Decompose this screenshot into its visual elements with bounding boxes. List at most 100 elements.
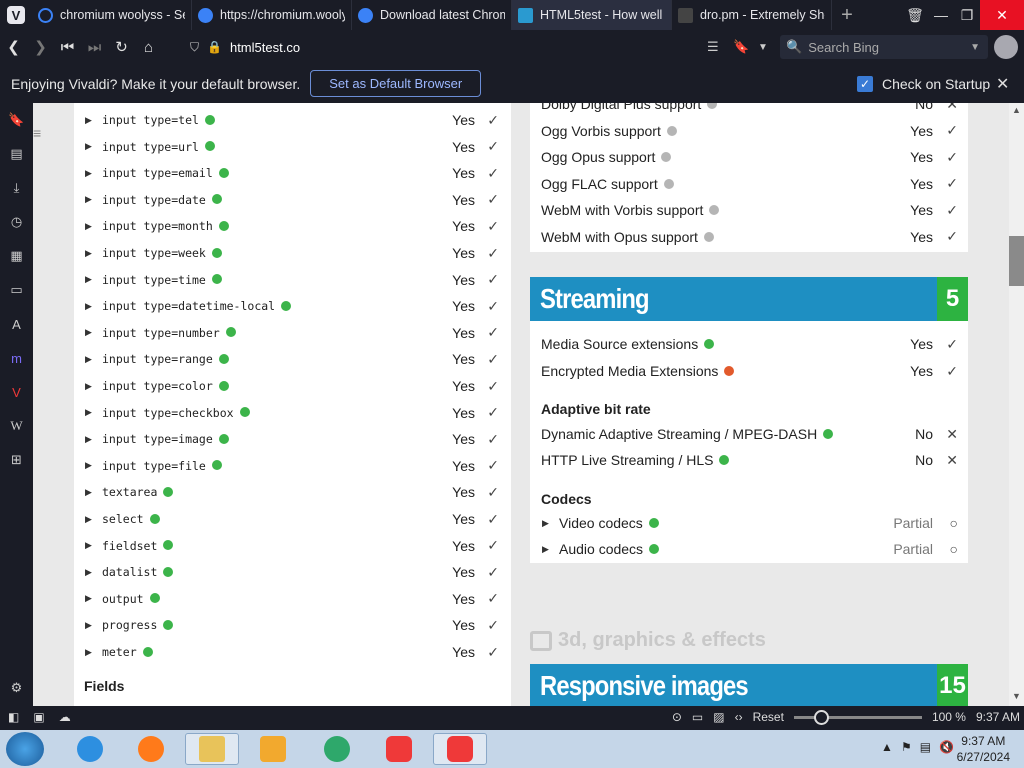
- history-icon[interactable]: ◷: [0, 205, 33, 239]
- expand-arrow-icon[interactable]: ▶: [85, 487, 92, 498]
- expand-arrow-icon[interactable]: ▶: [85, 514, 92, 525]
- reader-view-icon[interactable]: ☰: [707, 39, 719, 55]
- scroll-down-icon[interactable]: ▼: [1012, 691, 1021, 701]
- network-icon[interactable]: ▤: [920, 740, 931, 754]
- table-row[interactable]: ▶ select Yes ✓: [74, 506, 511, 532]
- taskbar-vivaldi-active[interactable]: [433, 733, 487, 765]
- taskbar-vivaldi[interactable]: [372, 733, 426, 765]
- table-row[interactable]: ▶ input type=number Yes ✓: [74, 320, 511, 346]
- taskbar-ie[interactable]: [63, 733, 117, 765]
- zoom-slider-knob[interactable]: [813, 709, 829, 725]
- table-row[interactable]: ▶ input type=datetime-local Yes ✓: [74, 293, 511, 319]
- expand-arrow-icon[interactable]: ▶: [85, 434, 92, 445]
- wikipedia-icon[interactable]: W: [0, 409, 33, 443]
- panel-toggle-icon[interactable]: ◧: [8, 710, 19, 724]
- profile-avatar[interactable]: [994, 35, 1018, 59]
- action-center-icon[interactable]: ⚑: [901, 740, 912, 754]
- taskbar-explorer[interactable]: [185, 733, 239, 765]
- reading-list-icon[interactable]: ▤: [0, 137, 33, 171]
- expand-arrow-icon[interactable]: ▶: [85, 141, 92, 152]
- start-button[interactable]: [6, 732, 44, 766]
- expand-arrow-icon[interactable]: ▶: [85, 327, 92, 338]
- tab-4[interactable]: dro.pm - Extremely Sho: [672, 0, 832, 30]
- expand-arrow-icon[interactable]: ▶: [85, 194, 92, 205]
- table-row[interactable]: ▶ input type=image Yes ✓: [74, 426, 511, 452]
- add-panel-icon[interactable]: ⊞: [0, 443, 33, 477]
- table-row[interactable]: ▶ fieldset Yes ✓: [74, 533, 511, 559]
- mastodon-icon[interactable]: m: [0, 341, 33, 375]
- expand-arrow-icon[interactable]: ▶: [85, 301, 92, 312]
- expand-arrow-icon[interactable]: ▶: [85, 248, 92, 259]
- audio-codecs-row[interactable]: ▶ Audio codecs Partial ○: [530, 536, 968, 562]
- back-button[interactable]: ❮: [0, 30, 27, 64]
- scroll-up-icon[interactable]: ▲: [1012, 105, 1021, 115]
- table-row[interactable]: ▶ input type=url Yes ✓: [74, 134, 511, 160]
- expand-arrow-icon[interactable]: ▶: [85, 407, 92, 418]
- table-row[interactable]: ▶ input type=week Yes ✓: [74, 240, 511, 266]
- expand-arrow-icon[interactable]: ▶: [85, 460, 92, 471]
- table-row[interactable]: ▶ input type=checkbox Yes ✓: [74, 400, 511, 426]
- lock-icon[interactable]: 🔒: [207, 40, 222, 54]
- vivaldi-icon[interactable]: V: [0, 375, 33, 409]
- fast-forward-button[interactable]: ⏭: [81, 30, 108, 64]
- table-row[interactable]: ▶ input type=file Yes ✓: [74, 453, 511, 479]
- expand-arrow-icon[interactable]: ▶: [85, 274, 92, 285]
- expand-arrow-icon[interactable]: ▶: [85, 381, 92, 392]
- check-on-startup-checkbox[interactable]: ✓: [857, 76, 873, 92]
- shield-icon[interactable]: ⛉: [190, 40, 199, 55]
- expand-arrow-icon[interactable]: ▶: [85, 115, 92, 126]
- capture-icon[interactable]: ⊙: [672, 710, 682, 724]
- expand-arrow-icon[interactable]: ▶: [85, 620, 92, 631]
- zoom-slider[interactable]: [793, 709, 922, 725]
- table-row[interactable]: ▶ input type=month Yes ✓: [74, 213, 511, 239]
- table-row[interactable]: ▶ input type=color Yes ✓: [74, 373, 511, 399]
- downloads-icon[interactable]: ⤓: [0, 171, 33, 205]
- rewind-button[interactable]: ⏮: [54, 30, 81, 64]
- expand-arrow-icon[interactable]: ▶: [85, 567, 92, 578]
- taskbar-edge[interactable]: [310, 733, 364, 765]
- expand-arrow-icon[interactable]: ▶: [542, 518, 549, 529]
- table-row[interactable]: ▶ progress Yes ✓: [74, 612, 511, 638]
- tab-2[interactable]: Download latest Chrom: [352, 0, 512, 30]
- table-row[interactable]: ▶ input type=email Yes ✓: [74, 160, 511, 186]
- vivaldi-menu-button[interactable]: V: [0, 0, 32, 30]
- address-field[interactable]: ⛉ 🔒 html5test.co ☰ 🔖 ▼: [190, 35, 775, 59]
- expand-arrow-icon[interactable]: ▶: [85, 593, 92, 604]
- reload-button[interactable]: ↻: [108, 30, 135, 64]
- restore-button[interactable]: ❐: [954, 0, 980, 30]
- tiling-icon[interactable]: ▭: [692, 710, 703, 724]
- table-row[interactable]: ▶ input type=tel Yes ✓: [74, 107, 511, 133]
- settings-gear-icon[interactable]: ⚙: [0, 671, 33, 705]
- expand-arrow-icon[interactable]: ▶: [85, 540, 92, 551]
- minimize-button[interactable]: —: [928, 0, 954, 30]
- code-icon[interactable]: ‹›: [735, 710, 743, 724]
- chevron-down-icon[interactable]: ▼: [758, 42, 768, 53]
- tab-tiling-icon[interactable]: ▣: [33, 710, 44, 724]
- table-row[interactable]: ▶ datalist Yes ✓: [74, 559, 511, 585]
- menu-icon[interactable]: ≡: [33, 125, 47, 141]
- video-codecs-row[interactable]: ▶ Video codecs Partial ○: [530, 510, 968, 536]
- zoom-reset-button[interactable]: Reset: [753, 710, 784, 724]
- close-window-button[interactable]: ✕: [980, 0, 1024, 30]
- table-row[interactable]: ▶ textarea Yes ✓: [74, 479, 511, 505]
- expand-arrow-icon[interactable]: ▶: [85, 221, 92, 232]
- new-tab-button[interactable]: +: [832, 0, 862, 30]
- scrollbar-thumb[interactable]: [1009, 236, 1024, 286]
- translate-icon[interactable]: A: [0, 307, 33, 341]
- images-icon[interactable]: ▨: [713, 710, 724, 724]
- table-row[interactable]: ▶ output Yes ✓: [74, 586, 511, 612]
- volume-muted-icon[interactable]: 🔇: [939, 740, 954, 754]
- trash-icon[interactable]: 🗑: [902, 0, 928, 30]
- bookmark-icon[interactable]: 🔖: [733, 39, 749, 55]
- tab-1[interactable]: https://chromium.wooly: [192, 0, 352, 30]
- taskbar-media[interactable]: [246, 733, 300, 765]
- tab-3[interactable]: HTML5test - How well c: [512, 0, 672, 30]
- close-notification-icon[interactable]: ✕: [996, 74, 1009, 94]
- table-row[interactable]: ▶ meter Yes ✓: [74, 639, 511, 665]
- bookmarks-panel-icon[interactable]: 🔖: [0, 103, 33, 137]
- expand-arrow-icon[interactable]: ▶: [85, 647, 92, 658]
- table-row[interactable]: ▶ input type=date Yes ✓: [74, 187, 511, 213]
- home-button[interactable]: ⌂: [135, 30, 162, 64]
- forward-button[interactable]: ❯: [27, 30, 54, 64]
- expand-arrow-icon[interactable]: ▶: [542, 544, 549, 555]
